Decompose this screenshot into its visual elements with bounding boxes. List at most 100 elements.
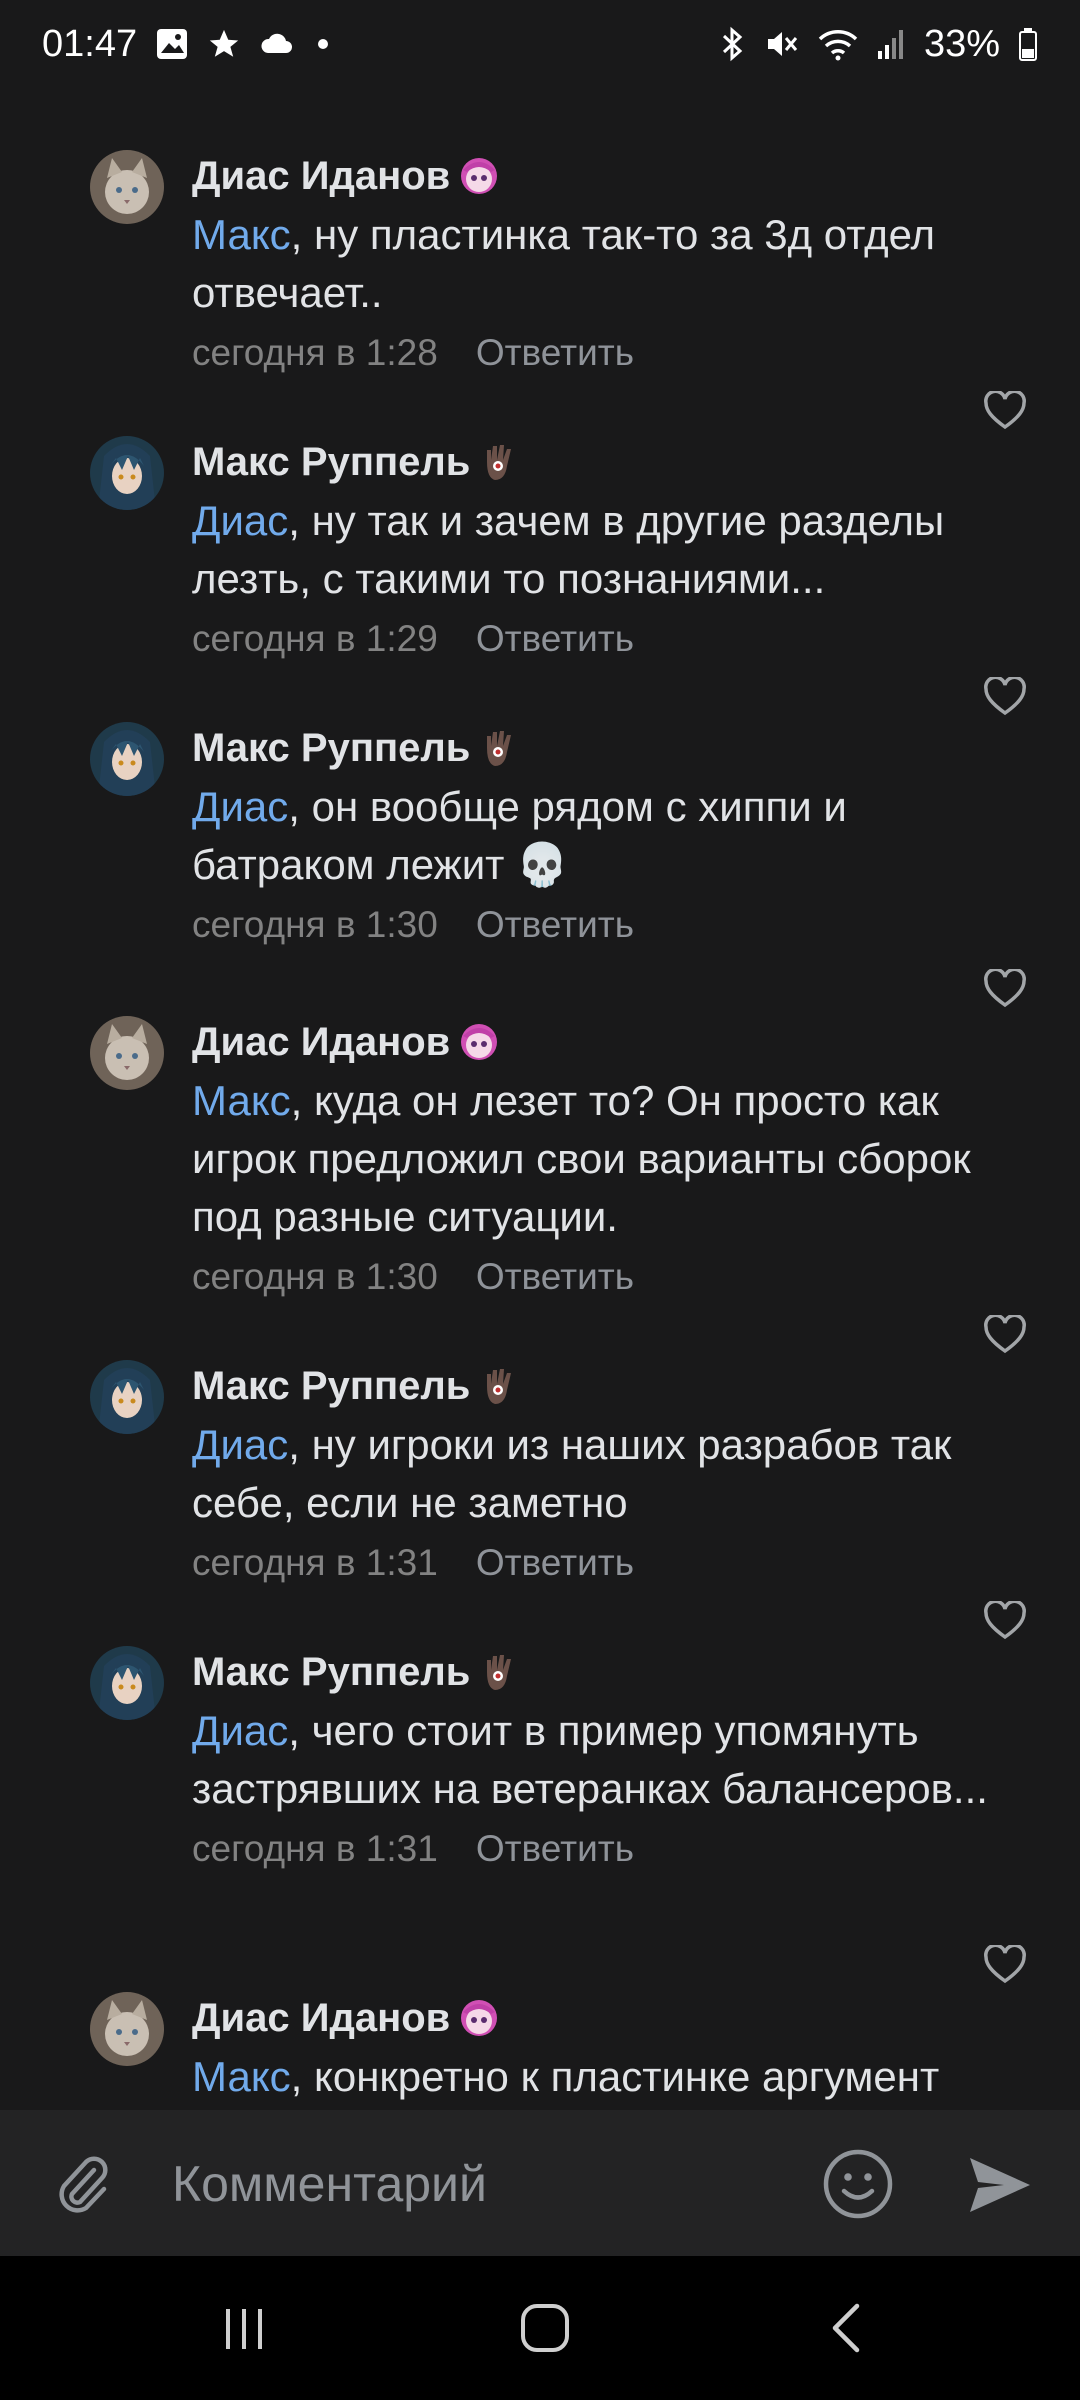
comment-time: сегодня в 1:31 — [192, 1542, 438, 1583]
clock: 01:47 — [42, 22, 138, 65]
battery-percent: 33% — [923, 22, 1000, 65]
comment-meta: сегодня в 1:31 Ответить — [192, 1538, 1032, 1588]
author-name: Диас Иданов — [192, 1996, 451, 2040]
hand-eye-emoji-icon — [474, 437, 524, 487]
comment-author[interactable]: Макс Руппель — [192, 436, 1032, 488]
like-heart-icon[interactable] — [980, 1942, 1030, 1988]
comment-text-body: , куда он лезет то? Он просто как игрок … — [192, 1077, 971, 1240]
anime-avatar[interactable] — [90, 436, 164, 510]
comment-text-body: , ну пластинка так-то за 3д отдел отвеча… — [192, 211, 936, 316]
cat-avatar[interactable] — [90, 1992, 164, 2066]
like-heart-icon[interactable] — [980, 388, 1030, 434]
comment-text-body: , конкретно к пластинке аргумент — [290, 2053, 940, 2100]
comment-time: сегодня в 1:30 — [192, 1256, 438, 1297]
author-name: Макс Руппель — [192, 440, 471, 484]
hand-eye-emoji-icon — [474, 1361, 524, 1411]
anime-girl-emoji-icon — [454, 151, 504, 201]
wifi-icon — [818, 27, 858, 61]
comment-author[interactable]: Макс Руппель — [192, 722, 1032, 774]
reply-button[interactable]: Ответить — [476, 614, 634, 664]
comment-author[interactable]: Макс Руппель — [192, 1646, 1032, 1698]
comment-body: Макс Руппель Диас, он вообще рядом с хип… — [192, 722, 1032, 950]
mention-link[interactable]: Диас — [192, 1707, 288, 1754]
cat-avatar[interactable] — [90, 150, 164, 224]
anime-girl-emoji-icon — [454, 1993, 504, 2043]
send-icon[interactable] — [964, 2150, 1034, 2220]
bluetooth-icon — [718, 26, 746, 62]
comment-time: сегодня в 1:29 — [192, 618, 438, 659]
reply-button[interactable]: Ответить — [476, 1252, 634, 1302]
comment-body: Диас Иданов Макс, куда он лезет то? Он п… — [192, 1016, 1032, 1302]
comment-text: Диас, он вообще рядом с хиппи и батраком… — [192, 778, 1032, 894]
comment-text: Диас, чего стоит в пример упомянуть заст… — [192, 1702, 1032, 1818]
comment-author[interactable]: Диас Иданов — [192, 150, 1032, 202]
comment-text-body: , чего стоит в пример упомянуть застрявш… — [192, 1707, 988, 1812]
mention-link[interactable]: Диас — [192, 497, 288, 544]
comment-author[interactable]: Диас Иданов — [192, 1992, 1032, 2044]
recent-apps-icon[interactable] — [204, 2298, 284, 2358]
comment-body: Диас Иданов Макс, ну пластинка так-то за… — [192, 150, 1032, 378]
comment-input[interactable] — [170, 2146, 794, 2222]
comment-meta: сегодня в 1:30 Ответить — [192, 900, 1032, 950]
author-name: Диас Иданов — [192, 1020, 451, 1064]
comment-body: Макс Руппель Диас, чего стоит в пример у… — [192, 1646, 1032, 1874]
cat-avatar[interactable] — [90, 1016, 164, 1090]
author-name: Макс Руппель — [192, 1364, 471, 1408]
comment-body: Макс Руппель Диас, ну так и зачем в друг… — [192, 436, 1032, 664]
comment-text-body: , ну игроки из наших разрабов так себе, … — [192, 1421, 952, 1526]
reply-button[interactable]: Ответить — [476, 328, 634, 378]
comment-meta: сегодня в 1:28 Ответить — [192, 328, 1032, 378]
dot-icon — [313, 34, 333, 54]
comment-author[interactable]: Диас Иданов — [192, 1016, 1032, 1068]
cloud-icon — [259, 29, 295, 59]
comment-time: сегодня в 1:30 — [192, 904, 438, 945]
mention-link[interactable]: Макс — [192, 211, 291, 258]
comment-text: Диас, ну игроки из наших разрабов так се… — [192, 1416, 1032, 1532]
like-heart-icon[interactable] — [980, 674, 1030, 720]
comment-body: Макс Руппель Диас, ну игроки из наших ра… — [192, 1360, 1032, 1588]
mention-link[interactable]: Макс — [192, 1077, 291, 1124]
battery-icon — [1018, 27, 1038, 61]
comment-text: Макс, куда он лезет то? Он просто как иг… — [192, 1072, 1032, 1246]
comment-meta: сегодня в 1:30 Ответить — [192, 1252, 1032, 1302]
comments-feed[interactable]: Диас Иданов Макс, ну пластинка так-то за… — [0, 88, 1080, 2110]
reply-button[interactable]: Ответить — [476, 900, 634, 950]
smiley-icon[interactable] — [822, 2148, 894, 2220]
comment-text: Макс, ну пластинка так-то за 3д отдел от… — [192, 206, 1032, 322]
gallery-icon — [155, 27, 189, 61]
comment-text: Диас, ну так и зачем в другие разделы ле… — [192, 492, 1032, 608]
comment-meta: сегодня в 1:31 Ответить — [192, 1824, 1032, 1874]
mention-link[interactable]: Диас — [192, 1421, 288, 1468]
anime-avatar[interactable] — [90, 1646, 164, 1720]
mute-icon — [764, 26, 800, 62]
like-heart-icon[interactable] — [980, 1598, 1030, 1644]
like-heart-icon[interactable] — [980, 966, 1030, 1012]
mention-link[interactable]: Диас — [192, 783, 288, 830]
status-bar-left: 01:47 — [42, 23, 333, 66]
signal-icon — [876, 27, 906, 61]
comment-text-body: , ну так и зачем в другие разделы лезть,… — [192, 497, 945, 602]
author-name: Макс Руппель — [192, 726, 471, 770]
reply-button[interactable]: Ответить — [476, 1824, 634, 1874]
status-bar: 01:47 33% — [0, 0, 1080, 88]
paperclip-icon[interactable] — [50, 2152, 116, 2218]
system-nav-bar — [0, 2256, 1080, 2400]
comment-text: Макс, конкретно к пластинке аргумент — [192, 2048, 1032, 2106]
mention-link[interactable]: Макс — [192, 2053, 291, 2100]
hand-eye-emoji-icon — [474, 1647, 524, 1697]
anime-avatar[interactable] — [90, 722, 164, 796]
comment-meta: сегодня в 1:29 Ответить — [192, 614, 1032, 664]
comment-text-body: , он вообще рядом с хиппи и батраком леж… — [192, 783, 847, 888]
status-bar-right: 33% — [718, 23, 1038, 66]
anime-avatar[interactable] — [90, 1360, 164, 1434]
back-icon[interactable] — [808, 2298, 888, 2358]
like-heart-icon[interactable] — [980, 1312, 1030, 1358]
author-name: Диас Иданов — [192, 154, 451, 198]
comment-body: Диас Иданов Макс, конкретно к пластинке … — [192, 1992, 1032, 2106]
comment-composer — [0, 2110, 1080, 2256]
comment-author[interactable]: Макс Руппель — [192, 1360, 1032, 1412]
star-icon — [207, 27, 241, 61]
reply-button[interactable]: Ответить — [476, 1538, 634, 1588]
home-icon[interactable] — [505, 2298, 585, 2358]
hand-eye-emoji-icon — [474, 723, 524, 773]
